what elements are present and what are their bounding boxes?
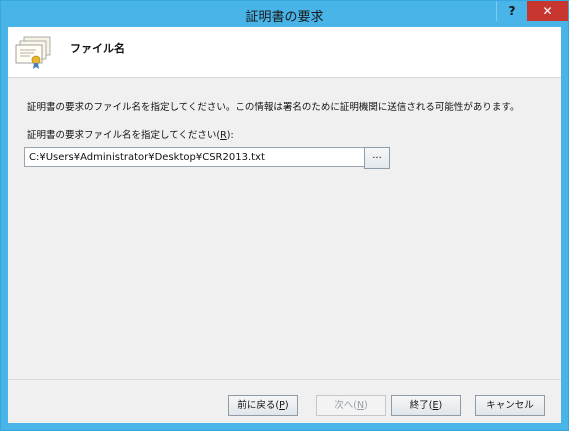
window-title: 証明書の要求 (245, 10, 324, 25)
footer-divider (8, 379, 561, 380)
dialog-body: ファイル名 証明書の要求のファイル名を指定してください。この情報は署名のために証… (8, 27, 561, 423)
file-name-label-suffix: ): (226, 130, 234, 141)
close-icon: ✕ (542, 4, 553, 18)
next-label-accel: N (356, 400, 365, 411)
title-bar[interactable]: 証明書の要求 ? ✕ (1, 1, 568, 27)
back-label-prefix: 前に戻る( (237, 400, 280, 411)
next-label-prefix: 次へ( (334, 400, 357, 411)
browse-button[interactable]: ... (364, 147, 390, 169)
back-label-suffix: ) (284, 400, 289, 411)
dialog-window: 証明書の要求 ? ✕ ファイル名 証明書の要求のファイル名を指定してください。こ… (0, 0, 569, 431)
file-name-label-accel: R (220, 130, 227, 141)
finish-label-prefix: 終了( (409, 400, 433, 411)
finish-button[interactable]: 終了(E) (391, 395, 461, 416)
certificate-icon (14, 35, 54, 71)
cancel-label: キャンセル (486, 400, 534, 411)
close-button[interactable]: ✕ (527, 1, 568, 21)
file-path-input[interactable] (24, 147, 365, 167)
finish-label-suffix: ) (438, 400, 443, 411)
file-name-label: 証明書の要求ファイル名を指定してください(R): (27, 127, 234, 141)
back-button[interactable]: 前に戻る(P) (228, 395, 298, 416)
next-label-suffix: ) (364, 400, 368, 411)
page-title: ファイル名 (70, 42, 125, 55)
cancel-button[interactable]: キャンセル (475, 395, 545, 416)
file-name-label-prefix: 証明書の要求ファイル名を指定してください( (27, 130, 221, 141)
description-text: 証明書の要求のファイル名を指定してください。この情報は署名のために証明機関に送信… (27, 102, 520, 113)
help-button[interactable]: ? (496, 1, 527, 21)
wizard-header: ファイル名 (8, 27, 561, 78)
next-button[interactable]: 次へ(N) (316, 395, 386, 416)
